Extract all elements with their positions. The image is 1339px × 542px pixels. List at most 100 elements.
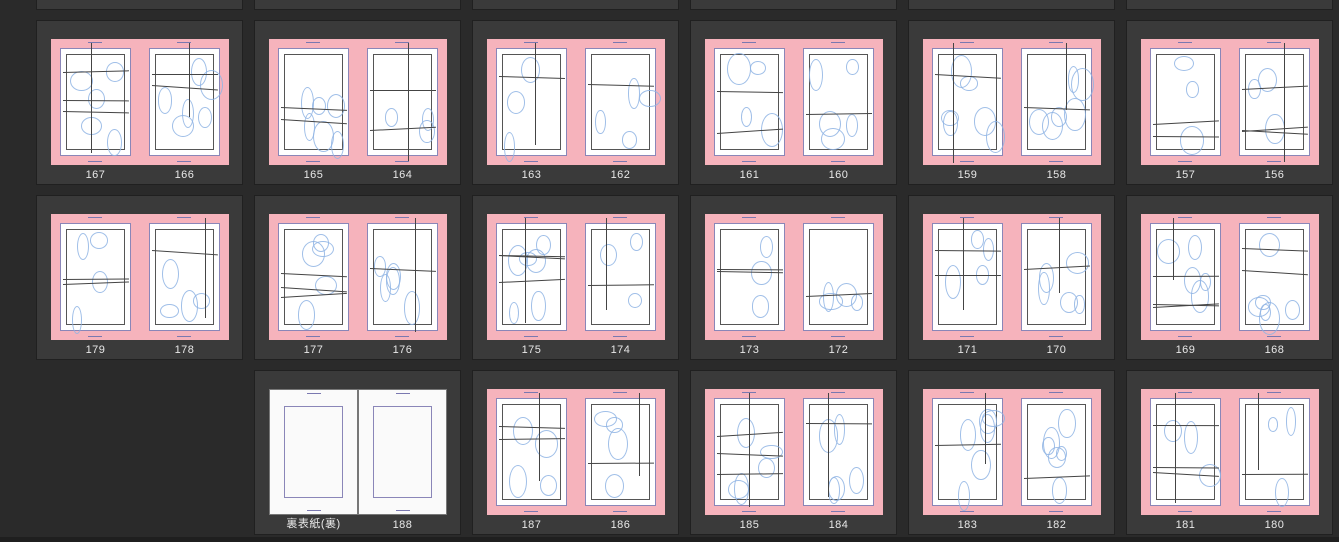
page-spread[interactable]: 159 158 bbox=[908, 20, 1115, 185]
page-thumbnail[interactable] bbox=[705, 214, 794, 340]
registration-mark bbox=[307, 393, 321, 394]
page-spread[interactable]: 181 180 bbox=[1126, 370, 1333, 535]
page-thumbnail[interactable] bbox=[1012, 214, 1101, 340]
registration-mark bbox=[960, 336, 974, 337]
sketch-mark bbox=[759, 236, 773, 258]
page-thumbnail[interactable] bbox=[794, 39, 883, 165]
sketch-mark bbox=[157, 87, 173, 114]
page-number-label: 186 bbox=[610, 519, 631, 531]
registration-mark bbox=[831, 511, 845, 512]
page-thumbnail[interactable] bbox=[1230, 39, 1319, 165]
page-thumbnail[interactable] bbox=[923, 214, 1012, 340]
registration-mark bbox=[524, 217, 538, 218]
page-thumbnail[interactable] bbox=[358, 214, 447, 340]
page-thumbnail[interactable] bbox=[358, 39, 447, 165]
bottom-scrollbar-track[interactable] bbox=[0, 537, 1339, 542]
page-thumbnail[interactable] bbox=[923, 389, 1012, 515]
page-thumbnail[interactable] bbox=[51, 214, 140, 340]
page-number-label: 164 bbox=[392, 169, 413, 181]
registration-mark bbox=[1267, 336, 1281, 337]
page-spread[interactable]: 169 168 bbox=[1126, 195, 1333, 360]
page-spread[interactable]: 157 156 bbox=[1126, 20, 1333, 185]
registration-mark bbox=[1178, 217, 1192, 218]
page-spread[interactable]: 167 166 bbox=[36, 20, 243, 185]
page-thumbnail[interactable] bbox=[51, 39, 140, 165]
page-thumbnail[interactable] bbox=[794, 214, 883, 340]
sketch-mark bbox=[1186, 80, 1199, 98]
page-thumbnail[interactable] bbox=[1141, 39, 1230, 165]
sketch-mark bbox=[958, 481, 971, 511]
page-thumbnail[interactable] bbox=[576, 39, 665, 165]
sketch-mark bbox=[1285, 406, 1297, 437]
page-thumbnail[interactable] bbox=[487, 39, 576, 165]
page-thumbnail[interactable] bbox=[487, 214, 576, 340]
page-spread[interactable]: 187 186 bbox=[472, 370, 679, 535]
sketch-mark bbox=[1174, 55, 1195, 71]
sketch-mark bbox=[327, 94, 346, 118]
registration-mark bbox=[1267, 42, 1281, 43]
registration-mark bbox=[88, 161, 102, 162]
page-thumbnail[interactable] bbox=[794, 389, 883, 515]
page-thumbnail[interactable] bbox=[1141, 389, 1230, 515]
page-thumbnail[interactable] bbox=[1141, 214, 1230, 340]
sketch-mark bbox=[599, 243, 617, 266]
page-number-label: 180 bbox=[1264, 519, 1285, 531]
page-spread[interactable]: 183 182 bbox=[908, 370, 1115, 535]
page-thumbnail[interactable] bbox=[1012, 389, 1101, 515]
sketch-mark bbox=[604, 474, 624, 498]
panel-border-line bbox=[524, 218, 526, 324]
sketch-mark bbox=[503, 131, 516, 162]
page-thumbnail[interactable] bbox=[923, 39, 1012, 165]
page-number-label: 168 bbox=[1264, 344, 1285, 356]
page-spread[interactable]: 175 174 bbox=[472, 195, 679, 360]
page-thumbnail[interactable] bbox=[1230, 214, 1319, 340]
page-spread[interactable]: 裏表紙(裏) 188 bbox=[254, 370, 461, 535]
page-thumbnail[interactable] bbox=[576, 214, 665, 340]
page-thumbnail[interactable] bbox=[140, 39, 229, 165]
page-thumbnail[interactable] bbox=[576, 389, 665, 515]
panel-border-line bbox=[1152, 424, 1220, 426]
registration-mark bbox=[1049, 161, 1063, 162]
registration-mark bbox=[613, 336, 627, 337]
page-spread[interactable]: 179 178 bbox=[36, 195, 243, 360]
sketch-mark bbox=[1274, 478, 1289, 507]
panel-border-line bbox=[189, 43, 191, 117]
sketch-mark bbox=[1180, 126, 1204, 155]
page-number-label: 184 bbox=[828, 519, 849, 531]
page-spread[interactable]: 177 176 bbox=[254, 195, 461, 360]
page-thumbnail[interactable] bbox=[705, 389, 794, 515]
page-number-label: 162 bbox=[610, 169, 631, 181]
registration-mark bbox=[742, 511, 756, 512]
page-number-label: 163 bbox=[521, 169, 542, 181]
registration-mark bbox=[1267, 511, 1281, 512]
partial-spread-row bbox=[1126, 0, 1333, 10]
page-thumbnail[interactable] bbox=[269, 39, 358, 165]
page-thumbnail[interactable] bbox=[358, 389, 447, 515]
page-thumbnail[interactable] bbox=[705, 39, 794, 165]
page-spread[interactable]: 161 160 bbox=[690, 20, 897, 185]
panel-border-line bbox=[952, 43, 954, 163]
registration-mark bbox=[88, 42, 102, 43]
sketch-mark bbox=[846, 59, 859, 76]
registration-mark bbox=[395, 336, 409, 337]
page-number-label: 175 bbox=[521, 344, 542, 356]
panel-border-line bbox=[1283, 43, 1285, 163]
sketch-mark bbox=[160, 303, 179, 318]
page-thumbnail[interactable] bbox=[269, 214, 358, 340]
page-thumbnail[interactable] bbox=[1230, 389, 1319, 515]
registration-mark bbox=[960, 217, 974, 218]
registration-mark bbox=[524, 392, 538, 393]
page-spread[interactable]: 171 170 bbox=[908, 195, 1115, 360]
page-thumbnail[interactable] bbox=[487, 389, 576, 515]
page-thumbnail[interactable] bbox=[269, 389, 358, 515]
page-thumbnail[interactable] bbox=[1012, 39, 1101, 165]
page-spread[interactable]: 165 164 bbox=[254, 20, 461, 185]
page-spread[interactable]: 185 184 bbox=[690, 370, 897, 535]
registration-mark bbox=[177, 217, 191, 218]
registration-mark bbox=[613, 42, 627, 43]
sketch-mark bbox=[1164, 419, 1182, 442]
panel-border-line bbox=[414, 218, 416, 333]
page-spread[interactable]: 163 162 bbox=[472, 20, 679, 185]
page-spread[interactable]: 173 172 bbox=[690, 195, 897, 360]
page-thumbnail[interactable] bbox=[140, 214, 229, 340]
